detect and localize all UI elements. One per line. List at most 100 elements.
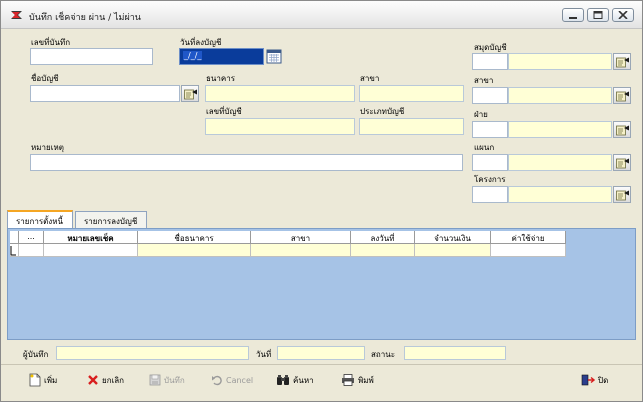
cancel-entry-label: ยกเลิก <box>102 375 125 385</box>
department-lookup-button[interactable] <box>613 154 631 171</box>
lookup-icon <box>616 57 629 68</box>
department-code-field[interactable] <box>472 154 508 171</box>
binoculars-icon <box>277 375 289 385</box>
row-indicator <box>10 244 19 257</box>
lookup-icon <box>616 125 629 136</box>
grid-cell[interactable] <box>138 244 251 257</box>
account-type-field <box>359 118 464 135</box>
undo-icon <box>212 375 222 386</box>
post-date-field[interactable]: _/_/_ <box>179 48 264 65</box>
branch-field <box>359 85 464 102</box>
grid-col-header[interactable]: สาขา <box>251 231 351 244</box>
lookup-icon <box>616 158 629 169</box>
account-name-label: ชื่อบัญชี <box>31 74 59 83</box>
grid-cell[interactable] <box>351 244 415 257</box>
grid-col-header[interactable]: จำนวนเงิน <box>415 231 491 244</box>
cancel-entry-button[interactable]: ยกเลิก <box>87 371 124 389</box>
close-icon <box>618 11 628 19</box>
cancel-label: Cancel <box>226 375 254 385</box>
recorder-field <box>56 346 249 360</box>
print-label: พิมพ์ <box>358 375 374 385</box>
division-label: ฝ่าย <box>474 110 488 119</box>
window-title: บันทึก เช็คจ่าย ผ่าน / ไม่ผ่าน <box>29 13 141 23</box>
status-label: สถานะ <box>371 350 395 359</box>
search-button[interactable]: ค้นหา <box>276 371 314 389</box>
project-label: โครงการ <box>474 175 506 184</box>
side-branch-name-field <box>508 87 612 104</box>
project-lookup-button[interactable] <box>613 186 631 203</box>
note-field[interactable] <box>30 154 463 171</box>
grid-cell[interactable] <box>491 244 566 257</box>
ledger-code-field[interactable] <box>472 53 508 70</box>
row-pointer-icon <box>10 246 16 256</box>
account-name-field[interactable] <box>30 85 180 102</box>
project-code-field[interactable] <box>472 186 508 203</box>
grid-col-header[interactable]: ค่าใช้จ่าย <box>491 231 566 244</box>
new-document-icon <box>29 373 41 387</box>
side-branch-label: สาขา <box>474 76 494 85</box>
department-name-field <box>508 154 612 171</box>
grid-col-header[interactable]: ... <box>19 231 44 244</box>
minimize-icon <box>569 17 577 19</box>
branch-lookup-button[interactable] <box>613 87 631 104</box>
post-date-value: _/_/_ <box>183 51 203 60</box>
print-button[interactable]: พิมพ์ <box>341 371 374 389</box>
bank-field <box>205 85 355 102</box>
division-lookup-button[interactable] <box>613 121 631 138</box>
lookup-icon <box>616 190 629 201</box>
calendar-icon <box>266 49 282 64</box>
grid-cell[interactable] <box>19 244 44 257</box>
branch-label: สาขา <box>360 74 380 83</box>
lookup-icon <box>616 91 629 102</box>
account-no-field <box>205 118 355 135</box>
record-no-field[interactable] <box>30 48 153 65</box>
account-no-label: เลขที่บัญชี <box>206 107 242 116</box>
add-button[interactable]: เพิ่ม <box>29 371 57 389</box>
side-branch-code-field[interactable] <box>472 87 508 104</box>
close-button[interactable]: ปิด <box>581 371 608 389</box>
grid-col-header[interactable]: หมายเลขเช็ค <box>44 231 138 244</box>
tab-posting-items[interactable]: รายการลงบัญชี <box>75 211 147 228</box>
footer-divider <box>1 364 642 365</box>
recorder-label: ผู้บันทึก <box>23 350 49 359</box>
add-label: เพิ่ม <box>44 375 58 385</box>
grid-cell[interactable] <box>251 244 351 257</box>
division-name-field <box>508 121 612 138</box>
maximize-button[interactable] <box>587 8 609 22</box>
main-window: บันทึก เช็คจ่าย ผ่าน / ไม่ผ่าน เลขที่บัน… <box>0 0 643 402</box>
search-label: ค้นหา <box>293 375 314 385</box>
save-disk-icon <box>149 374 161 386</box>
record-date-field <box>277 346 365 360</box>
app-icon <box>11 11 22 19</box>
calendar-button[interactable] <box>266 48 283 65</box>
account-lookup-button[interactable] <box>181 85 199 102</box>
project-name-field <box>508 186 612 203</box>
status-field <box>404 346 506 360</box>
close-window-button[interactable] <box>612 8 634 22</box>
division-code-field[interactable] <box>472 121 508 138</box>
save-button[interactable]: บันทึก <box>149 371 185 389</box>
printer-icon <box>342 374 354 386</box>
grid-col-header[interactable]: ลงวันที่ <box>351 231 415 244</box>
account-type-label: ประเภทบัญชี <box>360 107 405 116</box>
grid-corner-header <box>10 231 19 244</box>
exit-door-icon <box>581 374 595 386</box>
grid-col-header[interactable]: ชื่อธนาคาร <box>138 231 251 244</box>
maximize-icon <box>593 11 603 19</box>
close-label: ปิด <box>598 375 609 385</box>
minimize-button[interactable] <box>562 8 584 22</box>
tab-debt-items[interactable]: รายการตั้งหนี้ <box>7 210 73 229</box>
note-label: หมายเหตุ <box>31 143 64 152</box>
lookup-icon <box>184 89 197 100</box>
grid-cell[interactable] <box>415 244 491 257</box>
cancel-button[interactable]: Cancel <box>211 371 253 389</box>
bank-label: ธนาคาร <box>206 74 235 83</box>
record-date-label: วันที่ <box>256 350 272 359</box>
delete-x-icon <box>88 375 98 385</box>
items-grid[interactable]: ... หมายเลขเช็ค ชื่อธนาคาร สาขา ลงวันที่… <box>7 228 636 340</box>
title-bar[interactable]: บันทึก เช็คจ่าย ผ่าน / ไม่ผ่าน <box>1 1 642 29</box>
ledger-lookup-button[interactable] <box>613 53 631 70</box>
ledger-name-field <box>508 53 612 70</box>
save-label: บันทึก <box>164 375 185 385</box>
grid-cell[interactable] <box>44 244 138 257</box>
